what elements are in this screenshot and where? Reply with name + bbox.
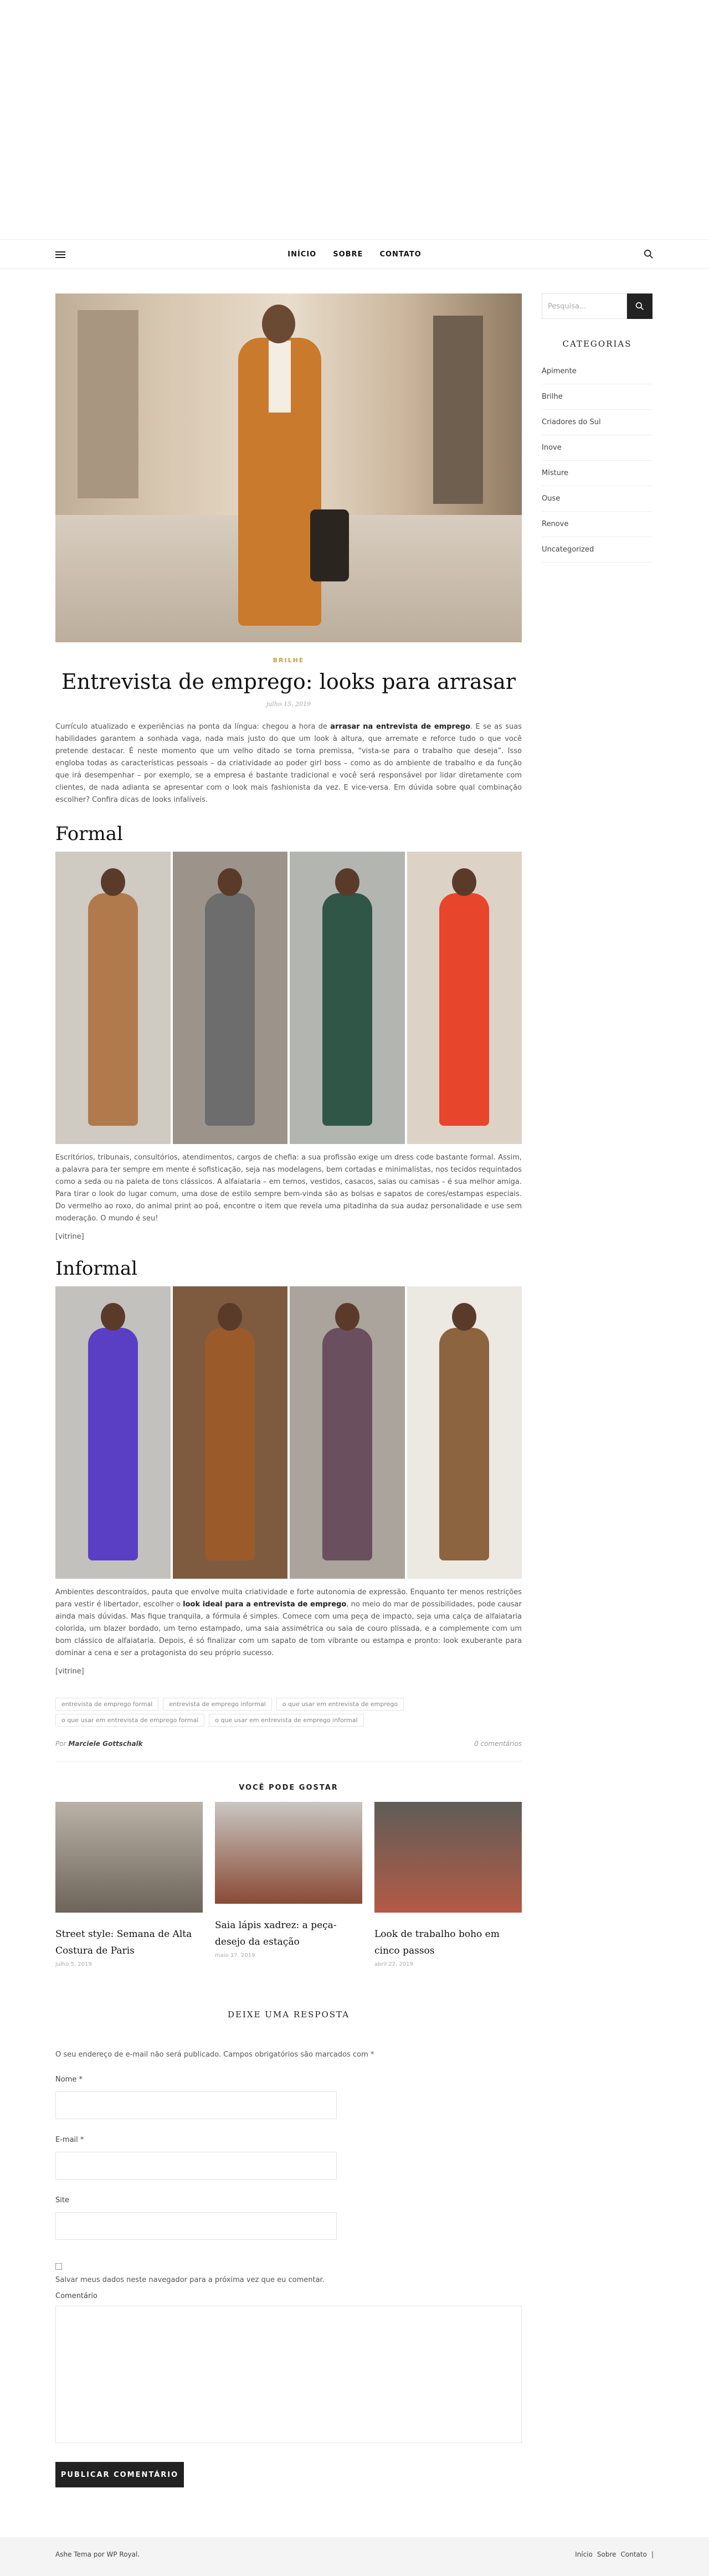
intro-paragraph: Currículo atualizado e experiências na p… (55, 723, 522, 804)
related-post-card[interactable]: Saia lápis xadrez: a peça-desejo da esta… (215, 1802, 362, 1959)
informal-paragraph: Ambientes descontraídos, pauta que envol… (55, 1588, 522, 1657)
category-link[interactable]: Inove (542, 435, 653, 461)
related-heading: VOCÊ PODE GOSTAR (239, 1784, 338, 1792)
main-navbar: INÍCIO SOBRE CONTATO (0, 239, 709, 269)
sidebar-search-button[interactable] (627, 293, 653, 319)
save-data-row: Salvar meus dados neste navegador para a… (55, 2262, 522, 2284)
post-date: julho 15, 2019 (266, 700, 311, 708)
category-link[interactable]: Renove (542, 512, 653, 537)
search-icon[interactable] (644, 249, 654, 259)
informal-photo (407, 1286, 522, 1579)
informal-photo (172, 1286, 287, 1579)
site-label: Site (55, 2196, 69, 2204)
category-link[interactable]: Brilhe (542, 384, 653, 410)
related-post-title[interactable]: Look de trabalho boho em cinco passos (374, 1926, 522, 1959)
email-label: E-mail * (55, 2136, 84, 2144)
related-post-card[interactable]: Look de trabalho boho em cinco passos ab… (374, 1802, 522, 1967)
sidebar-search: Pesquisa... (542, 293, 653, 319)
tag-link[interactable]: entrevista de emprego formal (55, 1698, 159, 1711)
related-posts: Street style: Semana de Alta Costura de … (55, 1802, 522, 1967)
categories-heading: CATEGORIAS (562, 339, 632, 349)
nav-link-sobre[interactable]: SOBRE (333, 250, 363, 259)
related-post-image[interactable] (55, 1802, 203, 1913)
nav-links: INÍCIO SOBRE CONTATO (0, 240, 709, 269)
tag-link[interactable]: o que usar em entrevista de emprego form… (55, 1714, 205, 1727)
comments-count-link[interactable]: 0 comentários (474, 1740, 522, 1748)
hero-image (55, 293, 522, 642)
save-data-checkbox[interactable] (55, 2263, 62, 2270)
vitrine-shortcode: [vitrine] (55, 1233, 84, 1241)
related-post-card[interactable]: Street style: Semana de Alta Costura de … (55, 1802, 203, 1967)
formal-photo (172, 852, 287, 1144)
comment-label: Comentário (55, 2292, 97, 2300)
author-link[interactable]: Marciele Gottschalk (68, 1740, 142, 1748)
footer-separator: | (651, 2551, 654, 2558)
footer: Ashe Tema por WP Royal. Início Sobre Con… (0, 2537, 709, 2576)
formal-gallery (55, 852, 522, 1144)
search-icon (635, 302, 644, 310)
post-title: Entrevista de emprego: looks para arrasa… (61, 669, 516, 694)
related-post-title[interactable]: Street style: Semana de Alta Costura de … (55, 1926, 203, 1959)
sidebar-search-input[interactable]: Pesquisa... (542, 293, 627, 319)
informal-gallery (55, 1286, 522, 1579)
name-field[interactable] (55, 2091, 337, 2119)
post-tags: entrevista de emprego formal entrevista … (55, 1698, 522, 1727)
category-link[interactable]: Apimente (542, 359, 653, 384)
categories-list: Apimente Brilhe Criadores do Sul Inove M… (542, 359, 653, 563)
footer-link-sobre[interactable]: Sobre (597, 2551, 616, 2558)
related-post-title[interactable]: Saia lápis xadrez: a peça-desejo da esta… (215, 1917, 362, 1950)
top-blank-area (0, 0, 709, 239)
informal-photo (55, 1286, 171, 1579)
save-data-label: Salvar meus dados neste navegador para a… (55, 2276, 325, 2284)
related-post-date: maio 17, 2019 (215, 1952, 255, 1959)
vitrine-shortcode: [vitrine] (55, 1667, 84, 1676)
category-link[interactable]: Ouse (542, 486, 653, 512)
reply-note: O seu endereço de e-mail não será public… (55, 2051, 374, 2059)
informal-heading: Informal (55, 1258, 138, 1280)
formal-paragraph: Escritórios, tribunais, consultórios, at… (55, 1153, 522, 1223)
category-link[interactable]: Misture (542, 461, 653, 486)
tag-link[interactable]: o que usar em entrevista de emprego info… (209, 1714, 364, 1727)
informal-photo (290, 1286, 405, 1579)
related-post-image[interactable] (374, 1802, 522, 1913)
comment-textarea[interactable] (55, 2306, 522, 2443)
email-field[interactable] (55, 2152, 337, 2180)
category-link[interactable]: Uncategorized (542, 537, 653, 563)
tag-link[interactable]: entrevista de emprego informal (163, 1698, 272, 1711)
related-post-date: abril 22, 2019 (374, 1961, 413, 1967)
related-post-date: julho 5, 2019 (55, 1961, 92, 1967)
intro-bold-text: arrasar na entrevista de emprego (330, 723, 470, 731)
footer-links: Início Sobre Contato | (575, 2551, 654, 2558)
nav-link-contato[interactable]: CONTATO (379, 250, 421, 259)
formal-photo (55, 852, 171, 1144)
post-category[interactable]: BRILHE (55, 657, 522, 664)
footer-link-inicio[interactable]: Início (575, 2551, 593, 2558)
post-meta: Por Marciele Gottschalk 0 comentários (55, 1740, 522, 1761)
submit-comment-button[interactable]: PUBLICAR COMENTÁRIO (55, 2462, 184, 2487)
nav-link-inicio[interactable]: INÍCIO (287, 250, 316, 259)
name-label: Nome * (55, 2075, 83, 2084)
informal-bold-text: look ideal para a entrevista de emprego (183, 1600, 347, 1609)
tag-link[interactable]: o que usar em entrevista de emprego (276, 1698, 404, 1711)
post-author-line: Por Marciele Gottschalk (55, 1740, 143, 1748)
formal-photo (407, 852, 522, 1144)
related-post-image[interactable] (215, 1802, 362, 1904)
footer-credit: Ashe Tema por WP Royal. (55, 2551, 140, 2558)
reply-heading: DEIXE UMA RESPOSTA (227, 2010, 350, 2019)
sidebar: Pesquisa... CATEGORIAS Apimente Brilhe C… (542, 293, 653, 563)
category-link[interactable]: Criadores do Sul (542, 410, 653, 435)
formal-heading: Formal (55, 823, 123, 845)
footer-link-contato[interactable]: Contato (621, 2551, 647, 2558)
formal-photo (290, 852, 405, 1144)
site-field[interactable] (55, 2212, 337, 2240)
post-content: BRILHE Entrevista de emprego: looks para… (55, 293, 522, 2487)
